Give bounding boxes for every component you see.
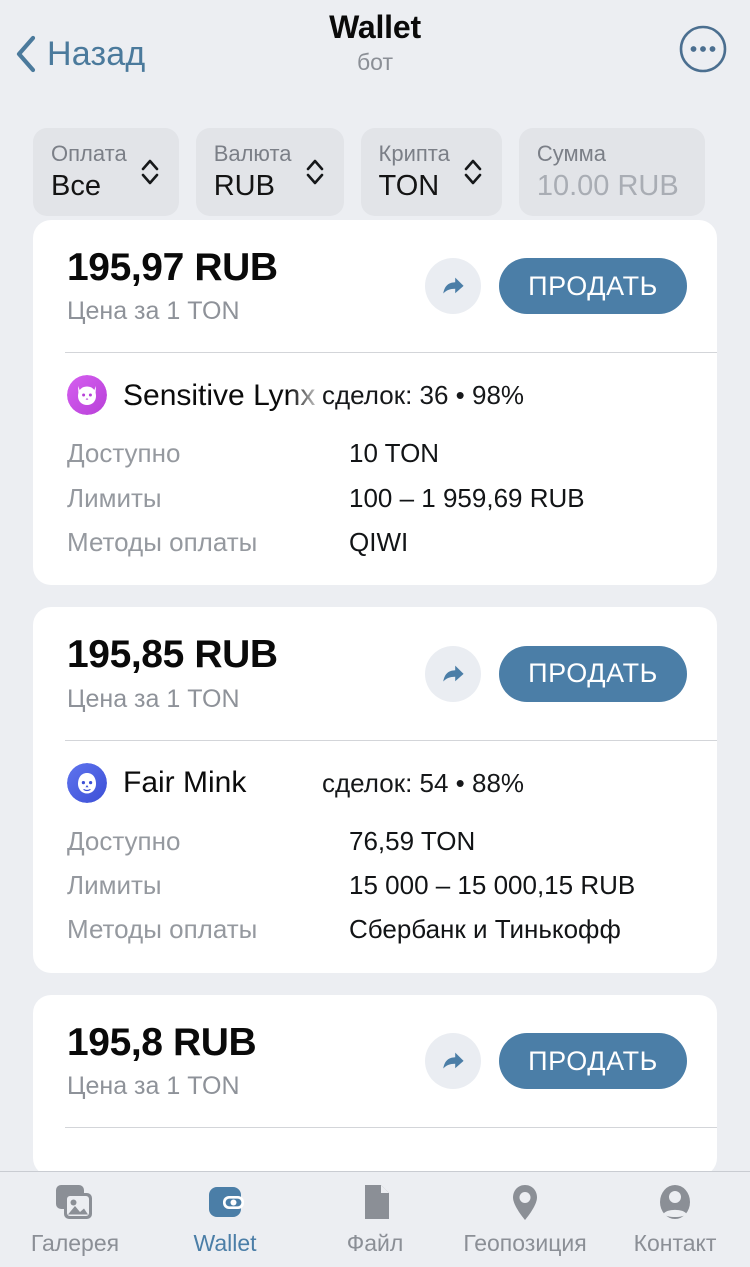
tab-contact[interactable]: Контакт [600,1180,750,1255]
detail-key: Лимиты [67,870,162,901]
back-button-label: Назад [47,34,146,73]
mink-avatar-icon [67,762,107,803]
share-arrow-icon [443,1052,464,1069]
offer-price-block: 195,85 RUB Цена за 1 TON [67,633,425,713]
detail-key: Доступно [67,438,181,469]
filter-value: TON [378,169,440,202]
detail-row-available: Доступно 10 TON [67,436,687,470]
tab-location[interactable]: Геопозиция [450,1180,600,1255]
wallet-icon [199,1180,251,1226]
offer-price: 195,8 RUB [67,1020,257,1064]
detail-key: Лимиты [67,482,162,513]
bottom-tab-bar: Галерея Wallet Файл Геопозиция Контакт [0,1171,750,1267]
offer-details [33,1128,717,1176]
location-icon [499,1180,551,1226]
offer-price-caption: Цена за 1 TON [67,1072,240,1101]
offer-price-block: 195,8 RUB Цена за 1 TON [67,1021,425,1101]
tab-label: Геопозиция [463,1230,587,1256]
offer-card[interactable]: 195,85 RUB Цена за 1 TON ПРОДАТЬ Fair Mi… [33,607,717,973]
detail-value: Сбербанк и Тинькофф [349,914,621,945]
seller-name: Sensitive Lynx [123,378,316,412]
chevron-updown-icon [306,159,323,185]
filter-label: Крипта [378,141,450,166]
seller-row[interactable]: Sensitive Lynx сделок: 36 • 98% [67,375,687,416]
filter-label: Оплата [51,141,127,166]
detail-key: Методы оплаты [67,527,258,558]
chevron-left-icon [16,35,36,73]
filter-label: Сумма [536,141,606,166]
offer-price-block: 195,97 RUB Цена за 1 TON [67,246,425,326]
sell-button[interactable]: ПРОДАТЬ [499,258,687,315]
seller-name: Fair Mink [123,766,247,800]
seller-stats: сделок: 54 • 88% [322,767,525,798]
chevron-updown-icon [464,159,482,185]
offer-header: 195,85 RUB Цена за 1 TON ПРОДАТЬ [33,607,717,739]
chevron-updown-icon [141,159,158,185]
detail-row-available: Доступно 76,59 TON [67,824,687,858]
offer-price: 195,97 RUB [67,246,278,289]
offer-list: 195,97 RUB Цена за 1 TON ПРОДАТЬ Sensiti… [0,220,750,1177]
filter-chip-payment[interactable]: Оплата Все [33,128,179,216]
share-button[interactable] [425,645,482,702]
share-arrow-icon [443,277,464,294]
share-button[interactable] [425,258,482,315]
detail-value: QIWI [349,527,409,558]
tab-file[interactable]: Файл [300,1180,450,1255]
more-options-button[interactable] [678,24,728,74]
wallet-p2p-screen: Назад Wallet бот Оплата Все Валюта RUB К… [0,0,750,1267]
seller-row[interactable]: Fair Mink сделок: 54 • 88% [67,762,687,803]
offer-price-caption: Цена за 1 TON [67,297,240,326]
detail-value: 76,59 TON [349,825,476,856]
more-options-icon [679,25,727,73]
offer-details: Fair Mink сделок: 54 • 88% Доступно 76,5… [33,741,717,973]
tab-label: Wallet [193,1230,257,1256]
detail-row-payment-methods: Методы оплаты QIWI [67,525,687,559]
offer-header: 195,8 RUB Цена за 1 TON ПРОДАТЬ [33,995,717,1127]
filter-value: RUB [213,169,275,202]
seller-stats: сделок: 36 • 98% [322,380,525,411]
offer-price: 195,85 RUB [67,633,278,677]
lynx-avatar-icon [67,375,107,416]
filter-label: Валюта [213,141,292,166]
detail-row-limits: Лимиты 100 – 1 959,69 RUB [67,481,687,515]
tab-gallery[interactable]: Галерея [0,1180,150,1255]
file-icon [349,1180,401,1226]
tab-wallet[interactable]: Wallet [150,1180,300,1255]
filter-value: Все [51,169,101,202]
detail-key: Методы оплаты [67,914,258,945]
filter-chip-amount[interactable]: Сумма 10.00 RUB [518,128,705,216]
offer-price-caption: Цена за 1 TON [67,684,240,713]
amount-input[interactable]: 10.00 RUB [537,169,679,204]
tab-label: Контакт [633,1230,717,1256]
offer-card[interactable]: 195,97 RUB Цена за 1 TON ПРОДАТЬ Sensiti… [33,220,717,586]
sell-button[interactable]: ПРОДАТЬ [499,645,687,702]
filter-chip-currency[interactable]: Валюта RUB [195,128,344,216]
share-button[interactable] [425,1033,482,1089]
detail-value: 100 – 1 959,69 RUB [349,482,585,513]
offer-header: 195,97 RUB Цена за 1 TON ПРОДАТЬ [33,220,717,352]
app-header: Назад Wallet бот [0,0,750,104]
back-button[interactable]: Назад [14,30,145,74]
offer-card[interactable]: 195,8 RUB Цена за 1 TON ПРОДАТЬ [33,994,717,1177]
tab-label: Галерея [30,1230,120,1256]
gallery-icon [49,1180,101,1226]
detail-value: 15 000 – 15 000,15 RUB [349,870,636,901]
contact-icon [649,1180,701,1226]
detail-key: Доступно [67,825,181,856]
filter-bar: Оплата Все Валюта RUB Крипта TON Сумма 1… [0,104,750,220]
tab-label: Файл [346,1230,404,1256]
detail-row-payment-methods: Методы оплаты Сбербанк и Тинькофф [67,912,687,946]
filter-chip-crypto[interactable]: Крипта TON [360,128,502,216]
offer-details: Sensitive Lynx сделок: 36 • 98% Доступно… [33,353,717,585]
share-arrow-icon [443,665,464,682]
sell-button[interactable]: ПРОДАТЬ [499,1033,687,1089]
detail-row-limits: Лимиты 15 000 – 15 000,15 RUB [67,868,687,902]
detail-value: 10 TON [349,438,440,469]
